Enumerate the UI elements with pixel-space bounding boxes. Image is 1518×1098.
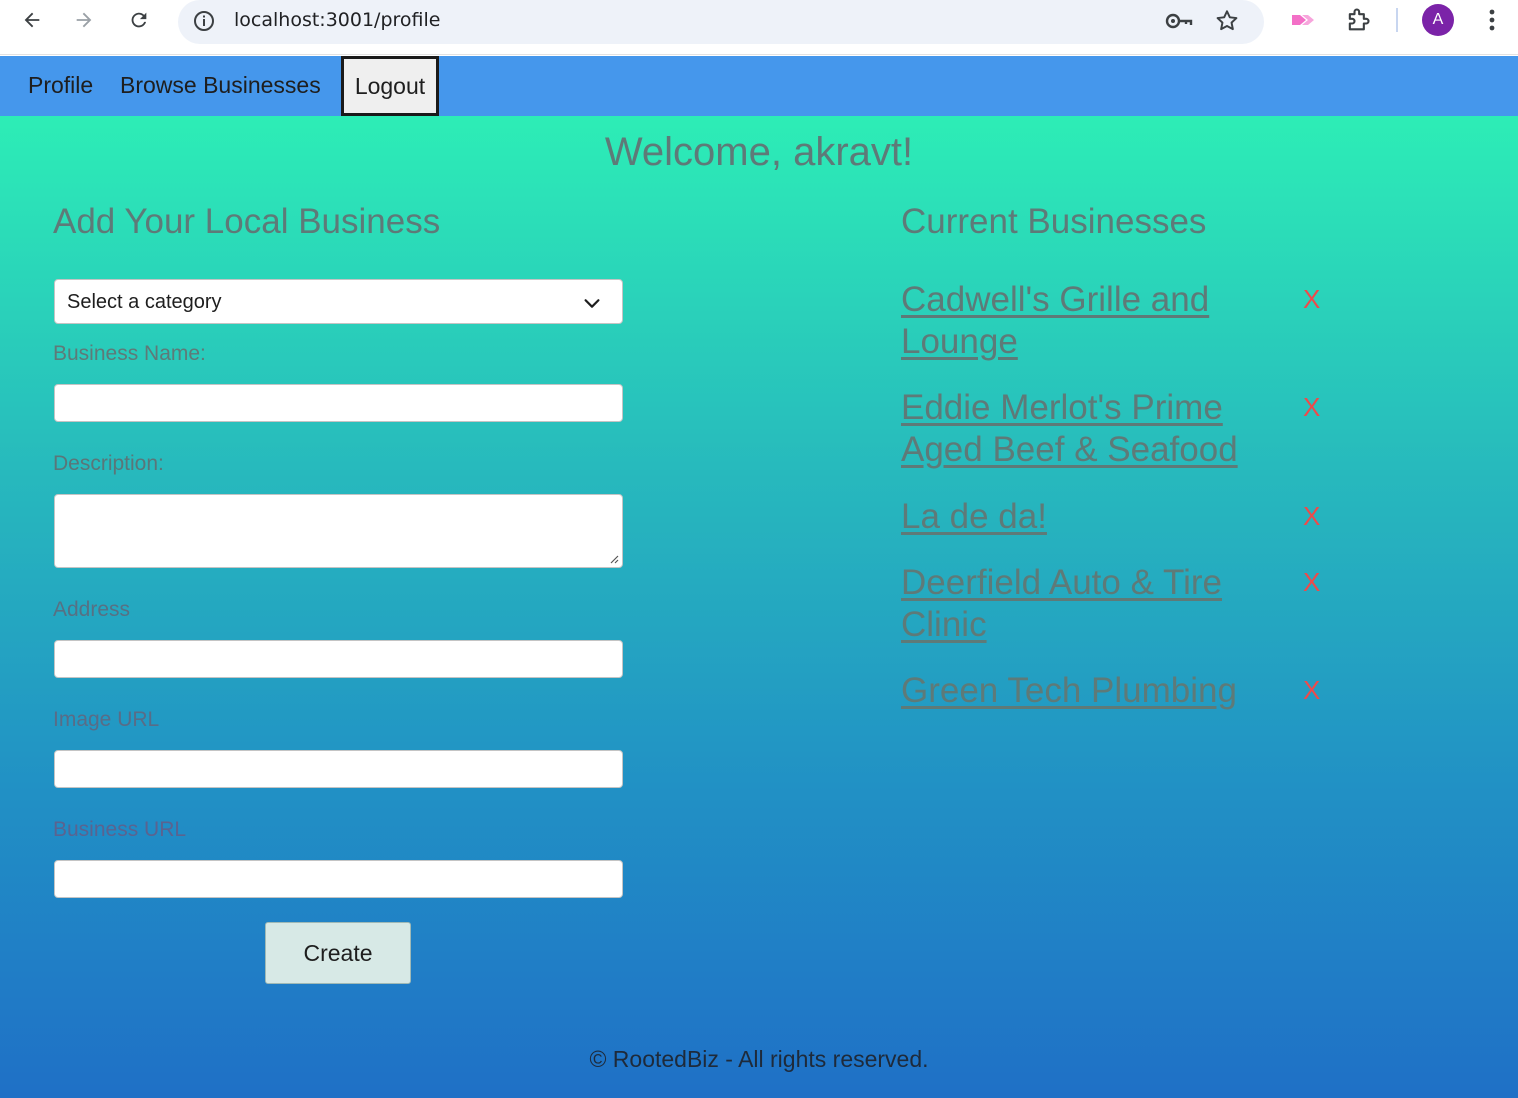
- address-label: Address: [53, 598, 131, 621]
- site-info-icon[interactable]: [192, 9, 216, 33]
- logout-button[interactable]: Logout: [341, 56, 439, 116]
- delete-business-button[interactable]: X: [1303, 392, 1320, 423]
- address-bar[interactable]: localhost:3001/profile: [178, 0, 1264, 44]
- business-url-input[interactable]: [54, 860, 623, 898]
- business-url-label: Business URL: [53, 818, 187, 841]
- footer-copyright: © RootedBiz - All rights reserved.: [589, 1046, 929, 1072]
- bookmark-star-icon[interactable]: [1214, 8, 1240, 34]
- menu-icon[interactable]: [1482, 6, 1502, 34]
- create-button[interactable]: Create: [265, 922, 411, 984]
- reload-icon[interactable]: [125, 6, 153, 34]
- url-text[interactable]: localhost:3001/profile: [234, 9, 440, 31]
- business-link[interactable]: Eddie Merlot's Prime Aged Beef & Seafood: [901, 387, 1261, 471]
- browser-toolbar: localhost:3001/profile A: [0, 0, 1518, 55]
- business-link[interactable]: Deerfield Auto & Tire Clinic: [901, 562, 1261, 646]
- chevron-down-icon: [584, 299, 600, 308]
- category-select[interactable]: Select a category: [54, 279, 623, 324]
- delete-business-button[interactable]: X: [1303, 567, 1320, 598]
- password-key-icon[interactable]: [1164, 9, 1194, 33]
- welcome-heading: Welcome, akravt!: [604, 130, 914, 174]
- nav-browse-link[interactable]: Browse Businesses: [120, 72, 321, 99]
- delete-business-button[interactable]: X: [1303, 675, 1320, 706]
- business-name-label: Business Name:: [53, 342, 206, 365]
- delete-business-button[interactable]: X: [1303, 284, 1320, 315]
- business-link[interactable]: La de da!: [901, 496, 1261, 538]
- delete-business-button[interactable]: X: [1303, 501, 1320, 532]
- toolbar-divider: [1396, 8, 1398, 32]
- profile-avatar[interactable]: A: [1422, 4, 1454, 36]
- app-page: Profile Browse Businesses Logout Welcome…: [0, 56, 1518, 1098]
- puzzle-icon[interactable]: [1344, 6, 1372, 34]
- description-label: Description:: [53, 452, 164, 475]
- image-url-label: Image URL: [53, 708, 160, 731]
- resize-grip-icon[interactable]: [609, 554, 619, 564]
- category-selected-value: Select a category: [67, 291, 222, 313]
- extension-icon[interactable]: [1288, 7, 1318, 33]
- business-name-input[interactable]: [54, 384, 623, 422]
- business-link[interactable]: Cadwell's Grille and Lounge: [901, 279, 1261, 363]
- back-arrow-icon[interactable]: [18, 6, 46, 34]
- forward-arrow-icon[interactable]: [70, 6, 98, 34]
- navbar: Profile Browse Businesses Logout: [0, 56, 1518, 116]
- image-url-input[interactable]: [54, 750, 623, 788]
- form-title: Add Your Local Business: [53, 202, 441, 241]
- address-input[interactable]: [54, 640, 623, 678]
- description-textarea[interactable]: [54, 494, 623, 568]
- nav-profile-link[interactable]: Profile: [28, 72, 93, 99]
- business-link[interactable]: Green Tech Plumbing: [901, 670, 1281, 712]
- current-businesses-title: Current Businesses: [901, 202, 1207, 241]
